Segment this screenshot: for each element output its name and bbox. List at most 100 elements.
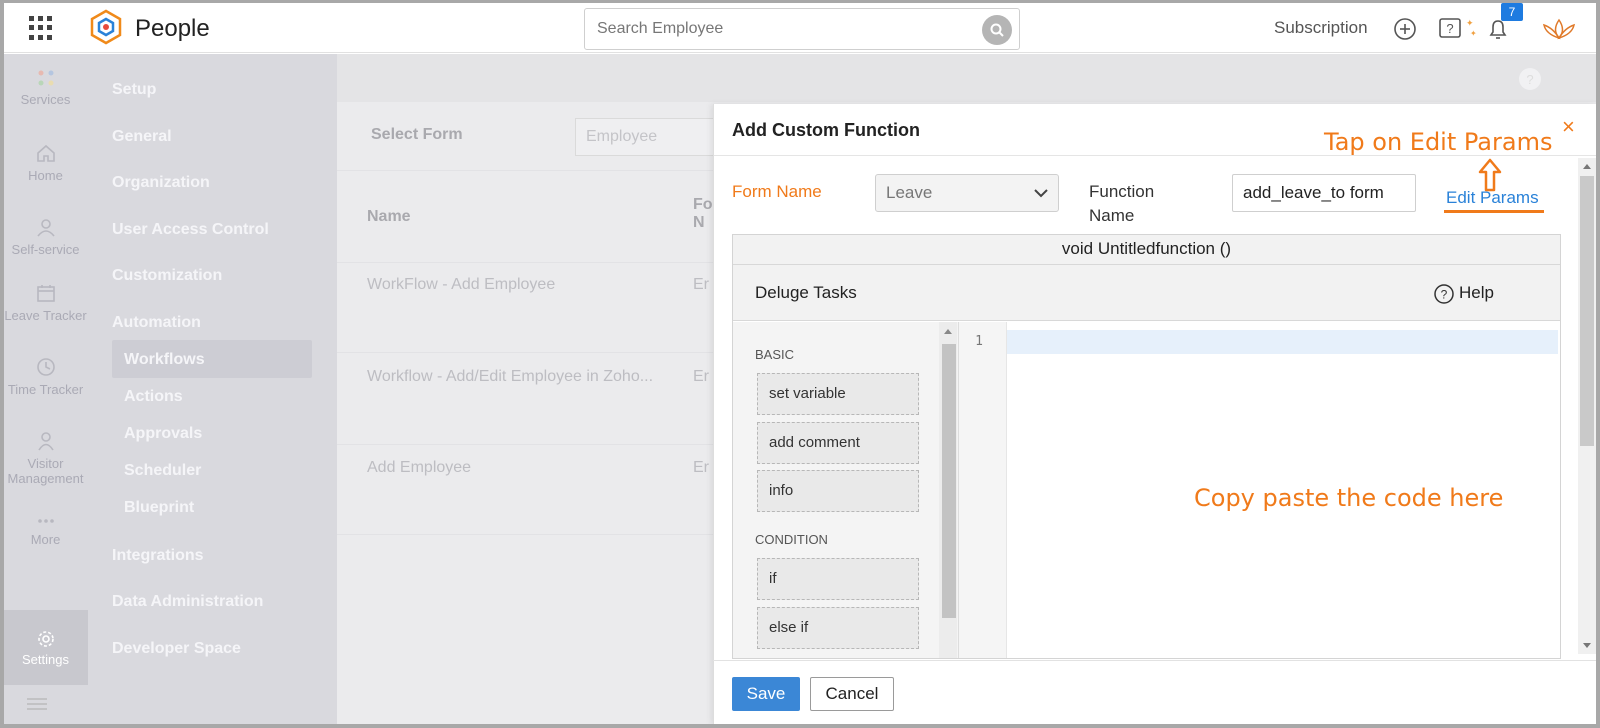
code-line-active[interactable] [1007, 330, 1558, 354]
divider [337, 534, 717, 535]
nav-item-general[interactable]: General [112, 128, 172, 146]
home-icon [36, 144, 55, 162]
save-button[interactable]: Save [732, 677, 800, 711]
nav-item-integrations[interactable]: Integrations [112, 547, 204, 565]
avatar-lotus-icon[interactable] [1540, 16, 1578, 42]
task-add-comment[interactable]: add comment [757, 422, 919, 464]
panel-scrollbar[interactable] [1578, 158, 1596, 654]
divider [337, 170, 717, 171]
rail-label: Settings [22, 652, 69, 667]
category-condition: CONDITION [755, 532, 828, 547]
notification-badge: 7 [1501, 3, 1523, 21]
divider [337, 262, 717, 263]
panel-scroll-thumb[interactable] [1580, 176, 1594, 446]
settings-nav: Setup General Organization User Access C… [88, 54, 337, 725]
select-form-label: Select Form [371, 126, 463, 143]
palette-scroll-thumb[interactable] [942, 344, 956, 618]
divider [337, 352, 717, 353]
left-rail: Services Home Self-service Leave Tracker… [3, 54, 88, 725]
rail-item-home[interactable]: Home [3, 142, 88, 183]
calendar-icon [36, 285, 55, 302]
apps-grid-icon[interactable] [29, 16, 53, 40]
svg-text:✦: ✦ [1470, 29, 1477, 38]
palette-scrollbar[interactable] [939, 322, 957, 658]
scroll-up-icon[interactable] [943, 327, 953, 335]
function-signature: void Untitledfunction () [733, 235, 1560, 265]
rail-label: Home [28, 168, 63, 183]
rail-label: Services [20, 92, 71, 107]
page-help-icon[interactable]: ? [1517, 66, 1543, 92]
rail-item-more[interactable]: More [3, 514, 88, 547]
rail-label: More [30, 532, 61, 547]
svg-text:?: ? [1441, 288, 1448, 302]
rail-item-services[interactable]: Services [3, 68, 88, 107]
deluge-tasks-bar: Deluge Tasks ? Help [733, 265, 1560, 321]
line-number: 1 [975, 334, 983, 349]
user-icon [36, 219, 55, 237]
task-if[interactable]: if [757, 558, 919, 600]
clock-icon [36, 358, 55, 376]
nav-sub-actions[interactable]: Actions [124, 388, 183, 406]
cancel-button[interactable]: Cancel [810, 677, 894, 711]
nav-item-developer-space[interactable]: Developer Space [112, 640, 241, 658]
scroll-down-icon[interactable] [1582, 642, 1592, 650]
svg-text:?: ? [1526, 72, 1533, 87]
close-icon[interactable]: × [1562, 116, 1575, 138]
divider [337, 444, 717, 445]
task-else-if[interactable]: else if [757, 607, 919, 649]
nav-item-data-administration[interactable]: Data Administration [112, 593, 263, 611]
divider [713, 660, 1597, 661]
task-palette: BASIC set variable add comment info COND… [733, 322, 959, 658]
menu-collapse-icon[interactable] [23, 694, 51, 714]
rail-label: Time Tracker [7, 382, 84, 397]
task-set-variable[interactable]: set variable [757, 373, 919, 415]
scroll-up-icon[interactable] [1582, 162, 1592, 170]
column-header-form: Fo N [693, 196, 713, 231]
workflow-row-name[interactable]: Workflow - Add/Edit Employee in Zoho... [367, 368, 653, 386]
nav-sub-scheduler[interactable]: Scheduler [124, 462, 201, 480]
workflow-row-form: Er [693, 459, 709, 476]
column-header-name: Name [367, 208, 411, 225]
gear-icon [37, 631, 54, 647]
nav-sub-approvals[interactable]: Approvals [124, 425, 202, 443]
edit-params-link[interactable]: Edit Params [1446, 188, 1539, 208]
search-icon[interactable] [982, 15, 1012, 45]
edit-params-underline [1444, 210, 1544, 213]
arrow-up-icon [1478, 158, 1502, 192]
workflow-row-name[interactable]: WorkFlow - Add Employee [367, 276, 555, 294]
rail-label: Visitor Management [7, 456, 84, 486]
annotation-edit-params-hint: Tap on Edit Params [1324, 128, 1553, 156]
nav-item-organization[interactable]: Organization [112, 174, 210, 192]
deluge-editor: void Untitledfunction () Deluge Tasks ? … [732, 234, 1561, 659]
subscription-link[interactable]: Subscription [1274, 18, 1368, 38]
rail-label: Leave Tracker [4, 308, 87, 323]
task-info[interactable]: info [757, 470, 919, 512]
workflow-row-name[interactable]: Add Employee [367, 459, 471, 477]
nav-item-automation[interactable]: Automation [112, 314, 201, 332]
rail-item-leave-tracker[interactable]: Leave Tracker [3, 282, 88, 323]
help-icon[interactable]: ? [1433, 283, 1455, 305]
workflow-row-form: Er [693, 276, 709, 293]
help-link[interactable]: Help [1459, 283, 1494, 303]
rail-item-self-service[interactable]: Self-service [3, 216, 88, 257]
rail-item-visitor-management[interactable]: Visitor Management [3, 430, 88, 486]
annotation-copy-hint: Copy paste the code here [1194, 484, 1504, 512]
deluge-tasks-title: Deluge Tasks [755, 283, 857, 302]
panel-title: Add Custom Function [732, 120, 920, 140]
nav-sub-workflows[interactable]: Workflows [124, 351, 205, 369]
form-name-value: Leave [886, 183, 933, 202]
add-circle-icon[interactable] [1392, 16, 1418, 42]
help-sparkle-icon[interactable]: ? ✦✦ [1438, 16, 1478, 42]
nav-item-user-access-control[interactable]: User Access Control [112, 221, 269, 239]
svg-text:✦: ✦ [1466, 18, 1474, 28]
function-name-input[interactable]: add_leave_to form [1232, 174, 1416, 212]
rail-item-time-tracker[interactable]: Time Tracker [3, 356, 88, 397]
form-name-select[interactable]: Leave [875, 174, 1059, 212]
services-icon [38, 70, 53, 86]
nav-item-customization[interactable]: Customization [112, 267, 222, 285]
rail-item-settings[interactable]: Settings [3, 610, 88, 685]
search-box [584, 8, 1020, 50]
search-input[interactable] [585, 9, 955, 49]
app-name: People [135, 15, 210, 42]
nav-sub-blueprint[interactable]: Blueprint [124, 499, 194, 517]
